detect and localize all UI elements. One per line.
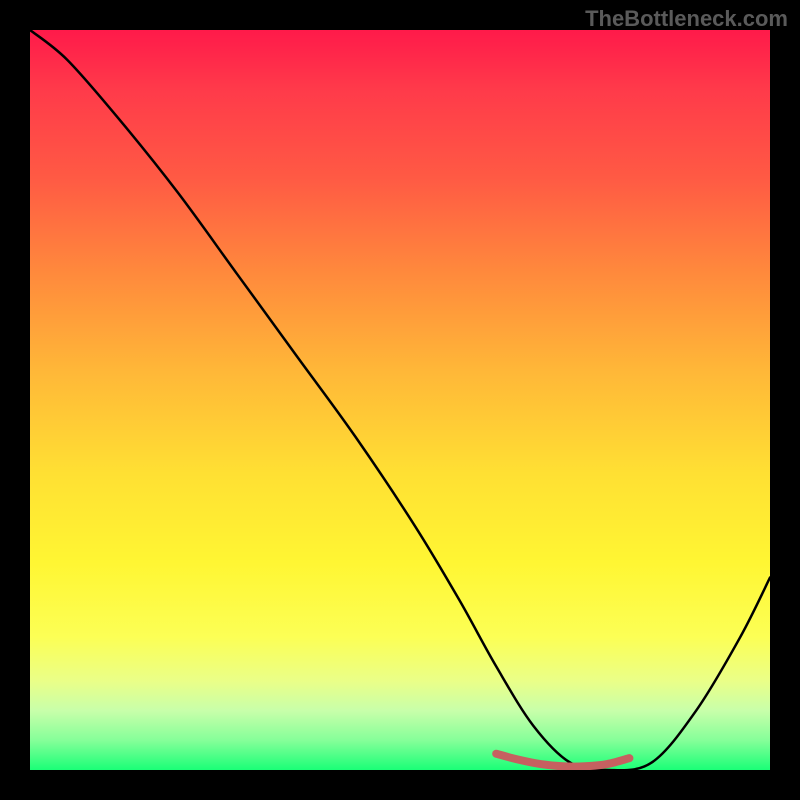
- bottleneck-trough-highlight-path: [496, 754, 629, 767]
- chart-svg: [30, 30, 770, 770]
- chart-plot-area: [30, 30, 770, 770]
- watermark-text: TheBottleneck.com: [585, 6, 788, 32]
- bottleneck-curve-path: [30, 30, 770, 770]
